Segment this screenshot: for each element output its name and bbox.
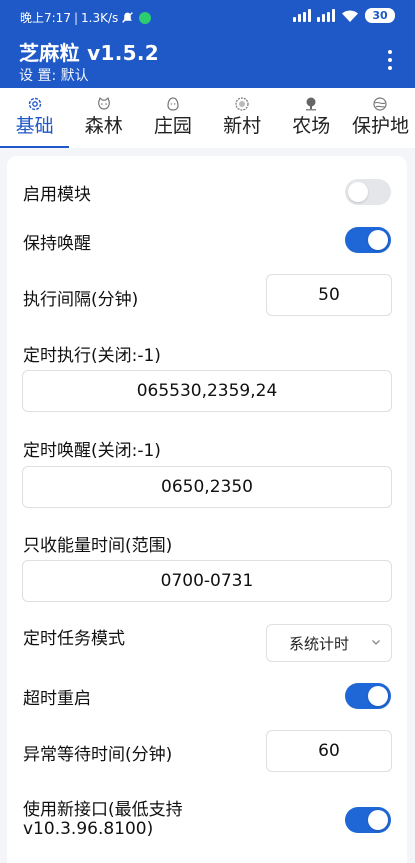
- tab-bar: 基础 森林 庄园 新村 农场 保护地: [0, 88, 415, 148]
- active-tab-indicator: [0, 146, 69, 148]
- setting-keep-awake: 保持唤醒: [7, 226, 407, 256]
- tab-basic[interactable]: 基础: [0, 88, 69, 148]
- status-time: 晚上7:17: [20, 11, 71, 25]
- setting-timeout-restart: 超时重启: [7, 682, 407, 712]
- setting-label: 执行间隔(分钟): [23, 290, 139, 310]
- task-mode-select[interactable]: 系统计时: [266, 624, 392, 662]
- signal-icon-2: [317, 9, 335, 22]
- setting-label: 只收能量时间(范围): [23, 536, 173, 556]
- setting-task-mode: 定时任务模式 系统计时: [7, 624, 407, 662]
- keep-awake-toggle[interactable]: [345, 227, 391, 253]
- setting-interval: 执行间隔(分钟) 50: [7, 274, 407, 316]
- energy-time-input[interactable]: 0700-0731: [22, 560, 392, 602]
- setting-timed-exec-label-row: 定时执行(关闭:-1): [7, 341, 407, 366]
- network-speed: 1.3K/s: [81, 10, 119, 25]
- app-header: 晚上7:17 | 1.3K/s 30 芝麻粒 v1.5.2 设 置: 默认: [0, 0, 415, 88]
- task-mode-value: 系统计时: [289, 634, 350, 653]
- more-menu-button[interactable]: [387, 50, 393, 70]
- new-api-toggle[interactable]: [345, 807, 391, 833]
- tab-forest[interactable]: 森林: [69, 88, 138, 148]
- setting-label: 定时唤醒(关闭:-1): [23, 441, 161, 461]
- interval-input[interactable]: 50: [266, 274, 392, 316]
- timed-wake-input[interactable]: 0650,2350: [22, 466, 392, 508]
- chick-icon: [167, 97, 179, 111]
- timeout-restart-toggle[interactable]: [345, 683, 391, 709]
- wifi-icon: [342, 10, 358, 22]
- setting-label: 定时任务模式: [23, 629, 125, 649]
- chevron-down-icon: [372, 640, 380, 645]
- cat-icon: [97, 96, 110, 110]
- app-title: 芝麻粒 v1.5.2: [19, 41, 159, 65]
- setting-label: 超时重启: [23, 689, 91, 709]
- tab-label: 基础: [15, 115, 54, 137]
- tab-label: 森林: [84, 115, 123, 137]
- setting-enable-module: 启用模块: [7, 177, 407, 207]
- status-bar: 晚上7:17 | 1.3K/s 30: [0, 0, 415, 34]
- tab-manor[interactable]: 庄园: [138, 88, 207, 148]
- setting-label-line2: v10.3.96.8100): [23, 819, 154, 839]
- tab-label: 庄园: [153, 115, 192, 137]
- battery-icon: 30: [365, 8, 395, 23]
- setting-label: 异常等待时间(分钟): [23, 745, 173, 765]
- tab-label: 新村: [223, 115, 262, 137]
- tab-village[interactable]: 新村: [208, 88, 277, 148]
- mute-bell-icon: [122, 12, 134, 23]
- setting-error-wait: 异常等待时间(分钟) 60: [7, 730, 407, 772]
- sticker-icon: [235, 97, 249, 111]
- setting-timed-wake-label-row: 定时唤醒(关闭:-1): [7, 436, 407, 461]
- timed-exec-input[interactable]: 065530,2359,24: [22, 370, 392, 412]
- setting-label-line1: 使用新接口(最低支持: [23, 800, 183, 820]
- setting-label: 定时执行(关闭:-1): [23, 346, 161, 366]
- globe-icon: [373, 97, 388, 111]
- tab-label: 保护地: [351, 115, 409, 137]
- wechat-icon: [139, 11, 152, 24]
- enable-module-toggle[interactable]: [345, 179, 391, 205]
- config-subtitle: 设 置: 默认: [19, 68, 89, 84]
- status-separator: |: [73, 10, 78, 25]
- setting-label: 启用模块: [23, 185, 91, 205]
- signal-icon: [293, 9, 311, 22]
- tree-icon: [306, 97, 317, 111]
- setting-label: 保持唤醒: [23, 234, 91, 254]
- settings-panel: 启用模块 保持唤醒 执行间隔(分钟) 50 定时执行(关闭:-1) 065530…: [7, 156, 407, 863]
- tab-protected-area[interactable]: 保护地: [346, 88, 415, 148]
- setting-energy-time-label-row: 只收能量时间(范围): [7, 531, 407, 556]
- error-wait-input[interactable]: 60: [266, 730, 392, 772]
- tab-label: 农场: [292, 115, 331, 137]
- tab-farm[interactable]: 农场: [277, 88, 346, 148]
- gear-icon: [28, 97, 41, 111]
- setting-new-api: 使用新接口(最低支持 v10.3.96.8100): [7, 795, 407, 845]
